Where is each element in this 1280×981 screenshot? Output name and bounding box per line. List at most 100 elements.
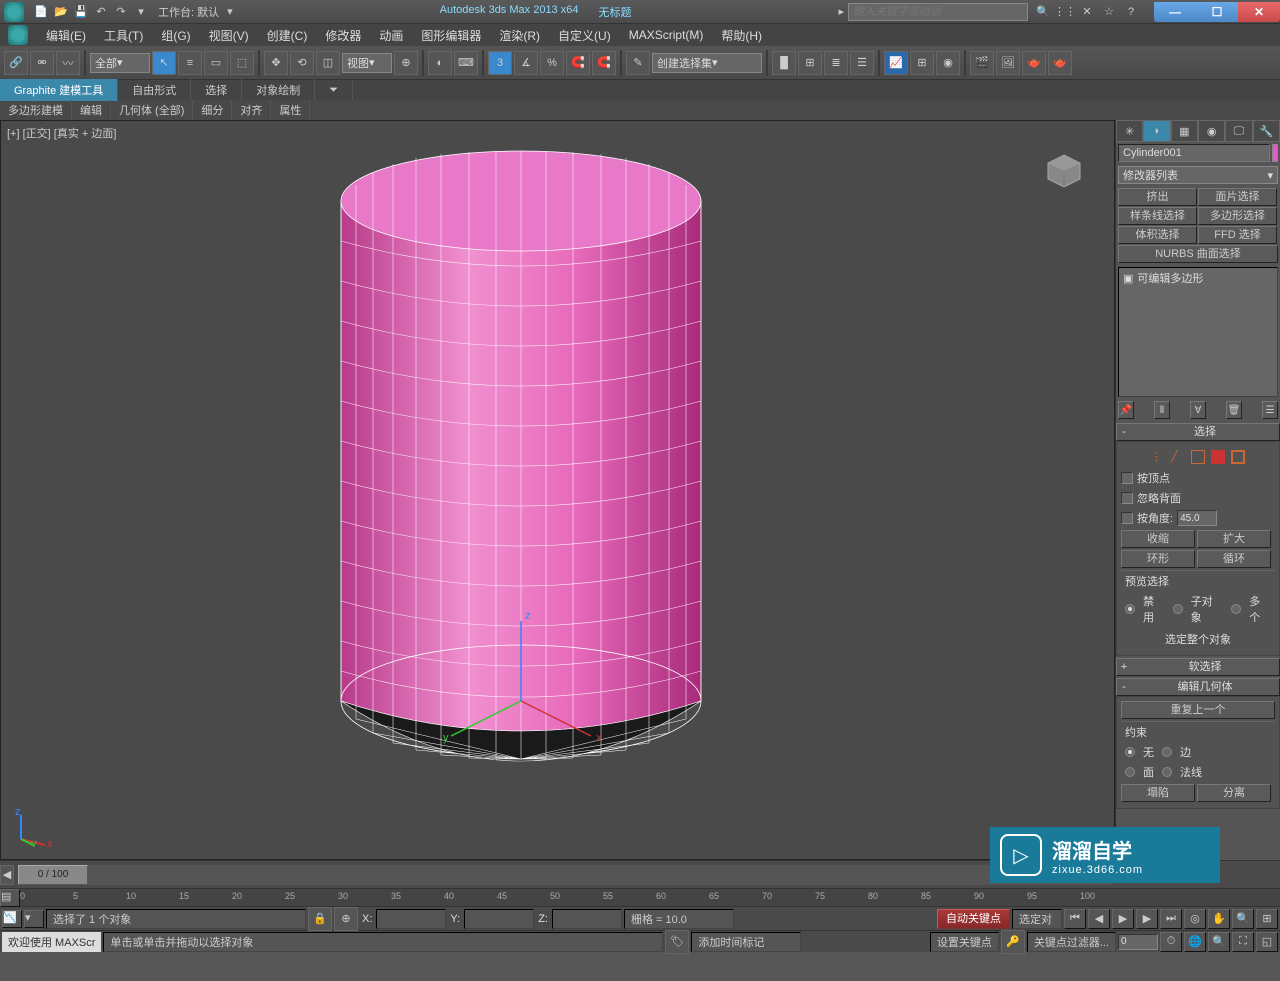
menu-group[interactable]: 组(G) <box>153 24 198 47</box>
goto-start-icon[interactable]: ⏮ <box>1064 909 1086 929</box>
redo-icon[interactable]: ↷ <box>112 3 130 21</box>
menu-graph[interactable]: 图形编辑器 <box>413 24 489 47</box>
key-filter-button[interactable]: 关键点过滤器... <box>1027 932 1116 952</box>
constraint-normal-radio[interactable] <box>1162 767 1172 777</box>
rotate-icon[interactable]: ⟲ <box>290 51 314 75</box>
menu-maxscript[interactable]: MAXScript(M) <box>621 25 712 45</box>
object-name-input[interactable] <box>1118 144 1270 162</box>
ribbon-tab-graphite[interactable]: Graphite 建模工具 <box>0 79 118 101</box>
lock-icon[interactable]: 🔒 <box>308 907 332 931</box>
maximize-button[interactable]: ☐ <box>1196 2 1238 22</box>
unlink-icon[interactable]: ⚮ <box>30 51 54 75</box>
modifier-list-dropdown[interactable]: 修改器列表▾ <box>1118 166 1278 184</box>
ribbon-sub-polymodel[interactable]: 多边形建模 <box>0 100 72 120</box>
viewport[interactable]: [+] [正交] [真实 + 边面] <box>0 120 1115 860</box>
current-frame-spinner[interactable] <box>1118 934 1158 950</box>
menu-create[interactable]: 创建(C) <box>259 24 316 47</box>
viewcube-icon[interactable] <box>1044 151 1084 191</box>
snap-toggle-icon[interactable]: 3 <box>488 51 512 75</box>
mod-extrude-button[interactable]: 挤出 <box>1118 188 1197 206</box>
link-icon[interactable]: 🔗 <box>4 51 28 75</box>
align-icon[interactable]: ⊞ <box>798 51 822 75</box>
create-tab-icon[interactable]: ✳ <box>1116 120 1143 142</box>
timeline-toggle-icon[interactable]: ◀ <box>0 865 14 885</box>
search-input[interactable] <box>848 3 1028 21</box>
keyboard-icon[interactable]: ⌨ <box>454 51 478 75</box>
pivot-icon[interactable]: ⊕ <box>394 51 418 75</box>
open-icon[interactable]: 📂 <box>52 3 70 21</box>
pan-icon[interactable]: ✋ <box>1208 909 1230 929</box>
preview-multi-radio[interactable] <box>1231 604 1241 614</box>
ribbon-tab-paint[interactable]: 对象绘制 <box>242 79 315 101</box>
menu-animation[interactable]: 动画 <box>371 24 411 47</box>
edge-subobj-icon[interactable]: ╱ <box>1171 450 1185 464</box>
ignore-backface-checkbox[interactable] <box>1121 492 1133 504</box>
render-prod-icon[interactable]: 🫖 <box>1048 51 1072 75</box>
project-icon[interactable]: ▾ <box>132 3 150 21</box>
menu-customize[interactable]: 自定义(U) <box>550 24 619 47</box>
coord-mode-icon[interactable]: ⊕ <box>334 907 358 931</box>
hierarchy-tab-icon[interactable]: ▦ <box>1171 120 1198 142</box>
select-icon[interactable]: ↖ <box>152 51 176 75</box>
mod-poly-button[interactable]: 多边形选择 <box>1198 207 1277 225</box>
curve-editor-icon[interactable]: 📈 <box>884 51 908 75</box>
zoom-region-icon[interactable]: 🔍 <box>1208 932 1230 952</box>
percent-snap-icon[interactable]: % <box>540 51 564 75</box>
curve-menu-icon[interactable]: ▾ <box>24 910 44 928</box>
minimize-button[interactable]: — <box>1154 2 1196 22</box>
select-region-icon[interactable]: ▭ <box>204 51 228 75</box>
render-frame-icon[interactable]: 🖼 <box>996 51 1020 75</box>
ribbon-tab-freeform[interactable]: 自由形式 <box>118 79 191 101</box>
time-slider[interactable]: 0 / 100 <box>18 865 1111 885</box>
ribbon-sub-geom[interactable]: 几何体 (全部) <box>111 100 193 120</box>
angle-snap-icon[interactable]: ∡ <box>514 51 538 75</box>
menu-views[interactable]: 视图(V) <box>201 24 257 47</box>
angle-spinner[interactable] <box>1177 510 1217 526</box>
ribbon-expand-icon[interactable]: ⏷ <box>315 81 353 100</box>
remove-mod-icon[interactable]: 🗑 <box>1226 401 1242 419</box>
ribbon-sub-edit[interactable]: 编辑 <box>72 100 111 120</box>
by-vertex-checkbox[interactable] <box>1121 472 1133 484</box>
render-icon[interactable]: 🫖 <box>1022 51 1046 75</box>
add-time-tag[interactable]: 添加时间标记 <box>691 932 801 952</box>
mirror-icon[interactable]: ▐▌ <box>772 51 796 75</box>
spinner-snap-icon[interactable]: 🧲 <box>566 51 590 75</box>
comm-icon[interactable]: ⋮⋮ <box>1056 3 1074 21</box>
mod-volume-button[interactable]: 体积选择 <box>1118 226 1197 244</box>
detach-button[interactable]: 分离 <box>1197 784 1271 802</box>
timeline-ruler[interactable]: ▤ 05101520253035404550556065707580859095… <box>0 888 1280 906</box>
save-icon[interactable]: 💾 <box>72 3 90 21</box>
viewport-label[interactable]: [+] [正交] [真实 + 边面] <box>7 125 116 141</box>
pin-stack-icon[interactable]: 📌 <box>1118 401 1134 419</box>
mod-ffd-button[interactable]: FFD 选择 <box>1198 226 1277 244</box>
ribbon-sub-align[interactable]: 对齐 <box>232 100 271 120</box>
fov-icon[interactable]: ⊞ <box>1256 909 1278 929</box>
material-icon[interactable]: ◉ <box>936 51 960 75</box>
loop-button[interactable]: 循环 <box>1197 550 1271 568</box>
favorite-icon[interactable]: ☆ <box>1100 3 1118 21</box>
move-icon[interactable]: ✥ <box>264 51 288 75</box>
prev-frame-icon[interactable]: ◀ <box>1088 909 1110 929</box>
display-tab-icon[interactable]: 🖵 <box>1225 120 1252 142</box>
shrink-button[interactable]: 收缩 <box>1121 530 1195 548</box>
auto-key-button[interactable]: 自动关键点 <box>937 909 1010 929</box>
snap-options-icon[interactable]: 🧲 <box>592 51 616 75</box>
search-icon[interactable]: 🔍 <box>1034 3 1052 21</box>
vertex-subobj-icon[interactable]: ⋮ <box>1151 450 1165 464</box>
new-icon[interactable]: 📄 <box>32 3 50 21</box>
maxscript-listener[interactable]: 欢迎使用 MAXScr <box>2 932 101 952</box>
grow-button[interactable]: 扩大 <box>1197 530 1271 548</box>
time-slider-handle[interactable]: 0 / 100 <box>18 865 88 885</box>
bind-icon[interactable]: 〰 <box>56 51 80 75</box>
scale-icon[interactable]: ◫ <box>316 51 340 75</box>
rollout-selection-header[interactable]: -选择 <box>1116 423 1280 441</box>
play-icon[interactable]: ▶ <box>1112 909 1134 929</box>
key-mode-icon[interactable]: 🔑 <box>1001 930 1025 954</box>
mod-patch-button[interactable]: 面片选择 <box>1198 188 1277 206</box>
preview-disable-radio[interactable] <box>1125 604 1135 614</box>
close-button[interactable]: ✕ <box>1238 2 1280 22</box>
time-tag-icon[interactable]: 🏷 <box>665 930 689 954</box>
ribbon-sub-props[interactable]: 属性 <box>271 100 310 120</box>
ribbon-tab-selection[interactable]: 选择 <box>191 79 242 101</box>
mod-spline-button[interactable]: 样条线选择 <box>1118 207 1197 225</box>
